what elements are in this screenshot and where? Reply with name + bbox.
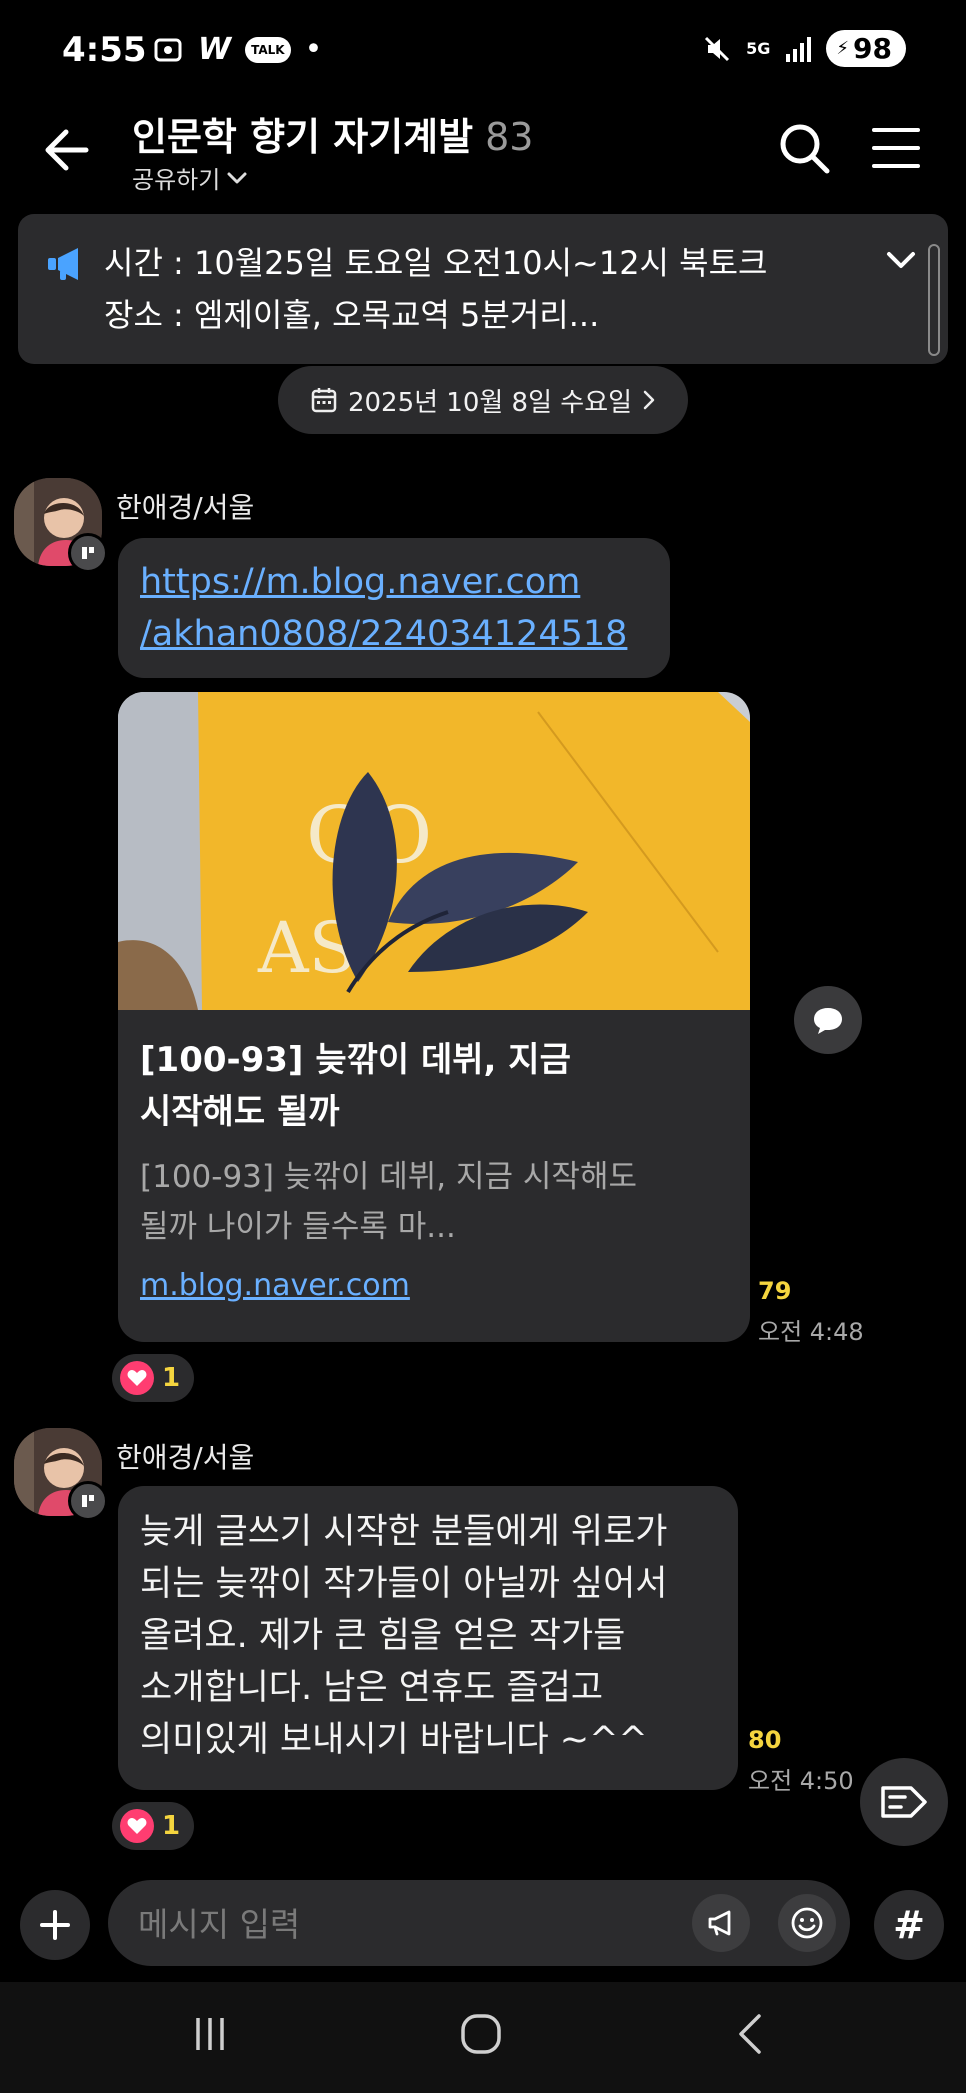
link-preview-description: [100-93] 늦깎이 데뷔, 지금 시작해도 될까 나이가 들수록 마... <box>140 1152 730 1252</box>
status-right-icons: 5G ⚡ 98 <box>702 30 906 67</box>
status-time: 4:55 <box>62 30 147 70</box>
message-text-line: 되는 늦깎이 작가들이 아닐까 싶어서 <box>140 1564 668 1604</box>
reaction-badge[interactable]: 1 <box>112 1354 195 1402</box>
signal-icon <box>786 36 812 62</box>
status-dot: • <box>304 32 323 67</box>
unread-count: 79 <box>758 1277 792 1305</box>
back-nav-icon[interactable] <box>735 2012 765 2056</box>
reaction-badge[interactable]: 1 <box>112 1802 195 1850</box>
speech-bubble-icon <box>814 1008 842 1034</box>
voice-button[interactable] <box>692 1894 750 1952</box>
attach-button[interactable] <box>20 1890 90 1960</box>
share-message-button[interactable] <box>794 986 862 1054</box>
sender-name[interactable]: 한애경/서울 <box>116 486 254 526</box>
megaphone-outline-icon <box>708 1910 731 1936</box>
message-link-line-1[interactable]: https://m.blog.naver.com <box>140 556 580 608</box>
tag-arrow-icon <box>881 1786 927 1818</box>
link-preview-thumbnail: GO AS <box>118 692 750 1010</box>
message-time: 오전 4:48 <box>758 1318 864 1346</box>
notice-line-1: 시간 : 10월25일 토요일 오전10시~12시 북토크 <box>104 244 768 282</box>
link-preview-title: [100-93] 늦깎이 데뷔, 지금 시작해도 될까 <box>140 1034 730 1138</box>
system-nav-bar <box>0 1982 966 2093</box>
date-label: 2025년 10월 8일 수요일 <box>347 387 633 418</box>
reaction-count: 1 <box>162 1363 181 1393</box>
chat-room-title[interactable]: 인문학 향기 자기계발 83 <box>132 106 533 161</box>
share-label: 공유하기 <box>132 166 221 194</box>
message-text: 늦게 글쓰기 시작한 분들에게 위로가 되는 늦깎이 작가들이 아닐까 싶어서 … <box>140 1506 668 1766</box>
date-divider[interactable]: 2025년 10월 8일 수요일 <box>278 366 688 434</box>
network-label: 5G <box>746 39 771 58</box>
screenshot-icon <box>154 38 182 61</box>
message-input[interactable] <box>136 1880 660 1968</box>
chevron-down-icon <box>227 172 247 183</box>
notice-scrollbar <box>928 244 940 356</box>
unread-count: 80 <box>748 1726 782 1754</box>
recent-apps-icon[interactable] <box>190 2014 230 2054</box>
calendar-icon <box>311 388 337 413</box>
room-name: 인문학 향기 자기계발 <box>132 115 474 159</box>
status-left-icons: W TALK • <box>152 32 322 67</box>
home-icon[interactable] <box>459 2012 503 2056</box>
link-preview-desc-line-2: 될까 나이가 들수록 마... <box>140 1209 456 1245</box>
menu-icon[interactable] <box>872 124 920 172</box>
plus-icon <box>40 1910 70 1940</box>
message-link-line-2[interactable]: /akhan0808/224034124518 <box>140 608 627 660</box>
emoji-button[interactable] <box>778 1894 836 1952</box>
notice-banner[interactable] <box>18 214 948 364</box>
sender-name[interactable]: 한애경/서울 <box>116 1436 254 1476</box>
message-text-line: 소개합니다. 남은 연휴도 즐겁고 <box>140 1668 604 1708</box>
quick-tag-button[interactable] <box>860 1758 948 1846</box>
search-icon[interactable] <box>776 120 832 176</box>
link-preview-domain[interactable]: m.blog.naver.com <box>140 1268 410 1303</box>
reaction-count: 1 <box>162 1811 181 1841</box>
mute-icon <box>705 36 730 61</box>
text-message-bubble[interactable]: 늦게 글쓰기 시작한 분들에게 위로가 되는 늦깎이 작가들이 아닐까 싶어서 … <box>118 1486 738 1790</box>
chevron-right-icon <box>643 390 655 410</box>
message-text-line: 늦게 글쓰기 시작한 분들에게 위로가 <box>140 1512 668 1552</box>
link-preview-title-line-1: [100-93] 늦깎이 데뷔, 지금 <box>140 1040 571 1080</box>
notice-line-2: 장소 : 엠제이홀, 오목교역 5분거리... <box>104 296 600 334</box>
message-text-line: 올려요. 제가 큰 힘을 얻은 작가들 <box>140 1616 626 1656</box>
hashtag-button[interactable]: # <box>874 1890 944 1960</box>
heart-icon <box>120 1809 154 1843</box>
link-message-bubble[interactable]: https://m.blog.naver.com /akhan0808/2240… <box>118 538 670 678</box>
battery-level: 98 <box>853 32 892 65</box>
battery-icon: ⚡ 98 <box>826 30 906 67</box>
heart-icon <box>120 1361 154 1395</box>
member-count: 83 <box>485 115 534 159</box>
avatar-badge-icon <box>68 533 108 573</box>
notice-expand-chevron-icon[interactable] <box>886 248 916 272</box>
message-text-line: 의미있게 보내시기 바랍니다 ~^^ <box>140 1720 648 1760</box>
megaphone-icon <box>48 248 78 280</box>
w-label: W <box>198 32 232 67</box>
share-dropdown[interactable]: 공유하기 <box>132 160 248 195</box>
link-preview-title-line-2: 시작해도 될까 <box>140 1092 340 1132</box>
message-time: 오전 4:50 <box>748 1767 854 1795</box>
avatar-badge-icon <box>68 1481 108 1521</box>
smiley-icon <box>791 1907 823 1939</box>
message-input-container <box>108 1880 850 1968</box>
talk-bubble-icon: TALK <box>245 36 291 63</box>
link-preview-desc-line-1: [100-93] 늦깎이 데뷔, 지금 시작해도 <box>140 1159 637 1195</box>
link-preview-card[interactable]: GO AS [100-93] 늦깎이 데뷔, 지금 시작해도 될까 [100-9… <box>118 692 750 1342</box>
back-arrow-icon[interactable] <box>38 120 98 180</box>
